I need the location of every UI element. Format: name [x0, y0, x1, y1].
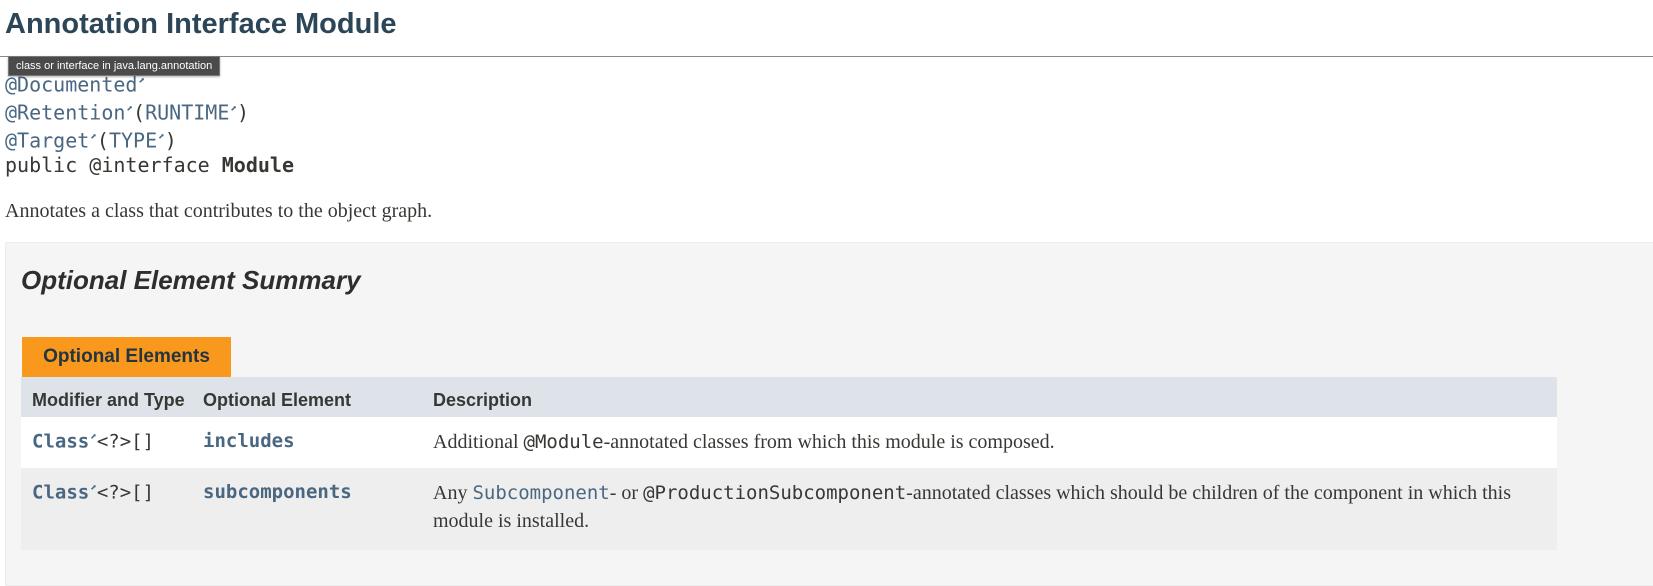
- desc-middle: - or: [609, 482, 644, 504]
- modifier-type-cell: Class⬈<?>[]: [32, 430, 154, 452]
- external-link-icon: ⬈: [90, 130, 97, 143]
- declaration-prefix: public @interface: [5, 153, 222, 177]
- modifier-type-cell: Class⬈<?>[]: [32, 481, 154, 503]
- title-divider: [0, 56, 1653, 57]
- signature-line-declaration: public @interface Module: [5, 151, 294, 179]
- summary-table: Modifier and Type Optional Element Descr…: [21, 377, 1557, 550]
- close-paren: ): [164, 128, 177, 153]
- class-link[interactable]: Class: [32, 430, 89, 452]
- desc-code: @ProductionSubcomponent: [643, 482, 907, 504]
- external-link-icon: ⬈: [90, 481, 97, 494]
- retention-link[interactable]: @Retention: [5, 101, 125, 125]
- signature-line-retention: @Retention⬈(RUNTIME⬈): [5, 95, 294, 125]
- tooltip: class or interface in java.lang.annotati…: [8, 56, 221, 76]
- table-header: Modifier and Type Optional Element Descr…: [21, 377, 1557, 417]
- class-link[interactable]: Class: [32, 481, 89, 503]
- page-title: Annotation Interface Module: [5, 8, 397, 40]
- table-row: Class⬈<?>[] includes Additional @Module-…: [21, 417, 1557, 468]
- type-link[interactable]: TYPE: [109, 129, 157, 153]
- table-row: Class⬈<?>[] subcomponents Any Subcompone…: [21, 468, 1557, 550]
- declaration-name: Module: [221, 153, 294, 177]
- desc-prefix: Any: [433, 482, 473, 504]
- open-paren: (: [96, 128, 109, 153]
- external-link-icon: ⬈: [158, 130, 165, 143]
- class-description: Annotates a class that contributes to th…: [5, 200, 433, 222]
- desc-code: @Module: [523, 431, 604, 453]
- element-link-subcomponents[interactable]: subcomponents: [203, 481, 352, 503]
- desc-suffix: -annotated classes from which this modul…: [603, 431, 1055, 453]
- element-summary-section: Optional Element Summary Optional Elemen…: [5, 242, 1653, 586]
- summary-heading: Optional Element Summary: [21, 265, 361, 295]
- type-suffix: <?>[]: [96, 430, 155, 453]
- close-paren: ): [237, 100, 250, 125]
- open-paren: (: [133, 100, 146, 125]
- subcomponent-link[interactable]: Subcomponent: [472, 482, 609, 504]
- target-link[interactable]: @Target: [5, 129, 89, 153]
- external-link-icon: ⬈: [90, 430, 97, 443]
- type-suffix: <?>[]: [96, 481, 155, 504]
- documented-link[interactable]: @Documented: [5, 73, 137, 97]
- element-description: Additional @Module-annotated classes fro…: [433, 428, 1543, 456]
- signature-line-target: @Target⬈(TYPE⬈): [5, 123, 294, 153]
- annotation-signature: @Documented ⬈ @Retention⬈(RUNTIME⬈) @Targ…: [5, 67, 294, 179]
- runtime-link[interactable]: RUNTIME: [145, 101, 229, 125]
- element-description: Any Subcomponent- or @ProductionSubcompo…: [433, 479, 1543, 535]
- element-link-includes[interactable]: includes: [203, 430, 295, 452]
- tab-optional-elements[interactable]: Optional Elements: [22, 337, 231, 377]
- desc-prefix: Additional: [433, 431, 524, 453]
